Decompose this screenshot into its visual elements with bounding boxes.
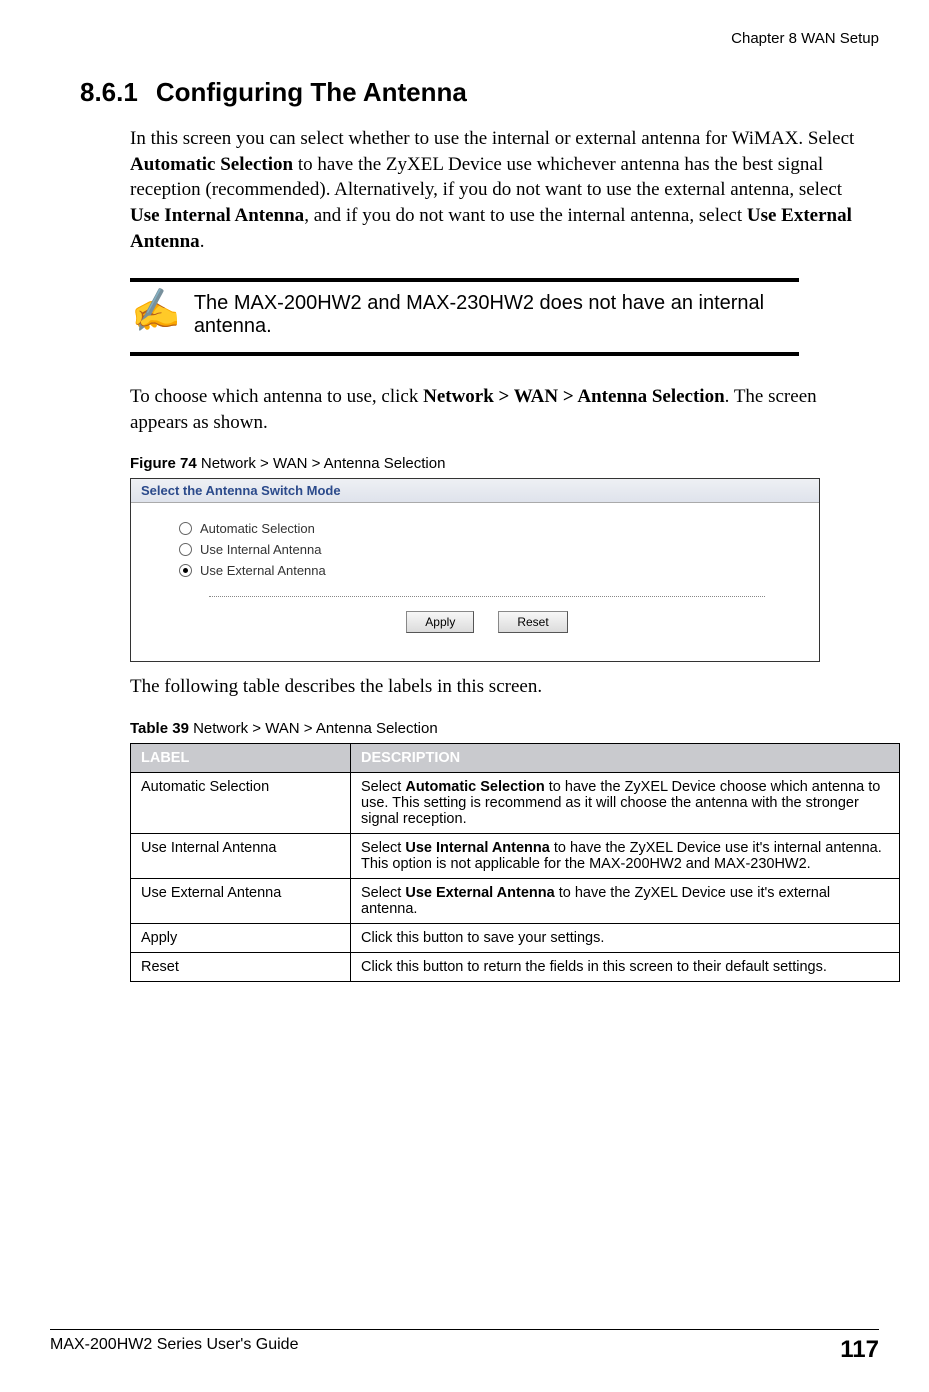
text: Select [361,885,405,901]
panel-body: Automatic Selection Use Internal Antenna… [131,503,819,661]
radio-option-internal[interactable]: Use Internal Antenna [179,542,795,557]
button-row: Apply Reset [209,596,765,651]
bold-text: Use External Antenna [405,885,554,901]
text: In this screen you can select whether to… [130,128,854,149]
radio-label: Automatic Selection [200,521,315,536]
cell-label: Apply [131,924,351,953]
text: . [200,231,205,252]
cell-description: Select Use External Antenna to have the … [351,879,900,924]
radio-icon [179,564,192,577]
cell-description: Click this button to save your settings. [351,924,900,953]
apply-button[interactable]: Apply [406,611,474,633]
radio-option-external[interactable]: Use External Antenna [179,563,795,578]
labels-table: LABEL DESCRIPTION Automatic Selection Se… [130,743,900,982]
radio-label: Use Internal Antenna [200,542,321,557]
chapter-header: Chapter 8 WAN Setup [50,30,879,47]
cell-label: Reset [131,953,351,982]
figure-screenshot: Select the Antenna Switch Mode Automatic… [130,478,820,662]
radio-icon [179,522,192,535]
table-row: Automatic Selection Select Automatic Sel… [131,773,900,834]
radio-label: Use External Antenna [200,563,326,578]
cell-description: Click this button to return the fields i… [351,953,900,982]
figure-caption: Figure 74 Network > WAN > Antenna Select… [130,455,879,472]
cell-label: Automatic Selection [131,773,351,834]
section-number: 8.6.1 [80,77,138,107]
figure-title: Network > WAN > Antenna Selection [197,455,446,472]
text: Select [361,779,405,795]
table-row: Use External Antenna Select Use External… [131,879,900,924]
nav-paragraph: To choose which antenna to use, click Ne… [130,384,869,435]
bold-text: Automatic Selection [405,779,544,795]
th-label: LABEL [131,744,351,773]
figure-number: Figure 74 [130,455,197,472]
text: , and if you do not want to use the inte… [304,205,747,226]
table-row: Reset Click this button to return the fi… [131,953,900,982]
bold-use-internal-antenna: Use Internal Antenna [130,205,304,226]
intro-paragraph: In this screen you can select whether to… [130,126,869,254]
radio-option-automatic[interactable]: Automatic Selection [179,521,795,536]
page-footer: MAX-200HW2 Series User's Guide 117 [50,1329,879,1364]
table-row: Use Internal Antenna Select Use Internal… [131,834,900,879]
table-intro-paragraph: The following table describes the labels… [130,674,869,700]
bold-automatic-selection: Automatic Selection [130,154,293,175]
text: Select [361,840,405,856]
cell-description: Select Use Internal Antenna to have the … [351,834,900,879]
bold-text: Use Internal Antenna [405,840,550,856]
table-title: Network > WAN > Antenna Selection [189,720,438,737]
note-text: The MAX-200HW2 and MAX-230HW2 does not h… [194,292,799,338]
bold-nav-path: Network > WAN > Antenna Selection [423,386,725,407]
radio-icon [179,543,192,556]
cell-label: Use External Antenna [131,879,351,924]
text: Click this button to save your settings. [361,930,604,946]
th-description: DESCRIPTION [351,744,900,773]
note-icon: ✍ [127,288,182,335]
cell-description: Select Automatic Selection to have the Z… [351,773,900,834]
note-block: ✍ The MAX-200HW2 and MAX-230HW2 does not… [130,278,799,356]
cell-label: Use Internal Antenna [131,834,351,879]
table-row: Apply Click this button to save your set… [131,924,900,953]
table-caption: Table 39 Network > WAN > Antenna Selecti… [130,720,879,737]
text: Click this button to return the fields i… [361,959,827,975]
text: To choose which antenna to use, click [130,386,423,407]
reset-button[interactable]: Reset [498,611,567,633]
page-number: 117 [840,1336,879,1364]
section-heading: 8.6.1 Configuring The Antenna [80,77,879,108]
footer-guide-title: MAX-200HW2 Series User's Guide [50,1336,298,1364]
section-title: Configuring The Antenna [156,77,467,107]
table-number: Table 39 [130,720,189,737]
panel-title: Select the Antenna Switch Mode [131,479,819,503]
table-header-row: LABEL DESCRIPTION [131,744,900,773]
